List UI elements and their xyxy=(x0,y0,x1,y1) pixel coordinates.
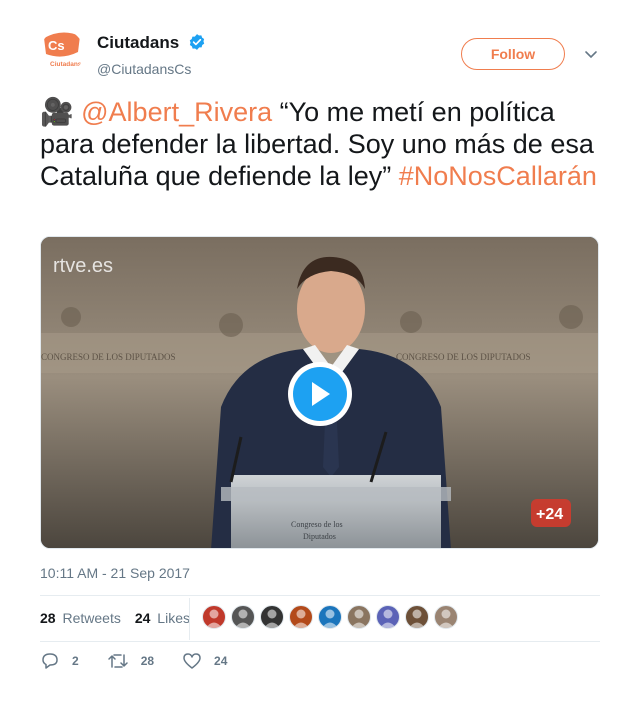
heart-icon xyxy=(183,653,201,669)
profile-avatar[interactable]: Cs Ciutadans xyxy=(40,30,84,74)
retweet-count: 28 xyxy=(140,654,155,668)
avatar-7-icon[interactable] xyxy=(376,605,400,629)
avatar-2-icon[interactable] xyxy=(231,605,255,629)
retweets-count: 28 xyxy=(40,610,56,626)
video-camera-emoji: 🎥 xyxy=(40,97,74,127)
avatar-6-icon[interactable] xyxy=(347,605,371,629)
wall-text-left: CONGRESO DE LOS DIPUTADOS xyxy=(41,352,176,362)
avatar-5-icon[interactable] xyxy=(318,605,342,629)
likes-label: Likes xyxy=(157,610,190,626)
podium-text-1: Congreso de los xyxy=(291,520,343,529)
user-handle[interactable]: @CiutadansCs xyxy=(97,61,206,77)
follow-button[interactable]: Follow xyxy=(461,38,565,70)
divider xyxy=(40,595,600,596)
avatar-3-icon[interactable] xyxy=(260,605,284,629)
logo-subtext: Ciutadans xyxy=(50,61,82,68)
divider xyxy=(40,641,600,642)
reply-action[interactable]: 2 xyxy=(40,652,79,670)
retweets-label: Retweets xyxy=(62,610,121,626)
like-count: 24 xyxy=(214,654,228,668)
channel-badge-text: +24 xyxy=(536,506,563,523)
play-button[interactable] xyxy=(288,362,352,426)
video-player[interactable]: CONGRESO DE LOS DIPUTADOS CONGRESO DE LO… xyxy=(40,236,599,549)
reply-count: 2 xyxy=(72,654,79,668)
likers-list xyxy=(202,605,463,629)
likes-stat[interactable]: 24 Likes xyxy=(135,610,190,626)
retweets-stat[interactable]: 28 Retweets xyxy=(40,610,121,626)
logo-text: Cs xyxy=(48,38,65,53)
avatar-9-icon[interactable] xyxy=(434,605,458,629)
user-info[interactable]: Ciutadans @CiutadansCs xyxy=(97,33,206,77)
stats-separator xyxy=(189,598,190,640)
ciutadans-logo-icon: Cs Ciutadans xyxy=(44,32,82,68)
engagement-stats: 28 Retweets 24 Likes xyxy=(40,598,204,638)
tweet-actions: 2 28 24 xyxy=(40,652,255,670)
retweet-icon xyxy=(107,654,128,668)
chevron-down-icon[interactable] xyxy=(584,47,598,65)
podium-text-2: Diputados xyxy=(303,532,336,541)
wall-text-right: CONGRESO DE LOS DIPUTADOS xyxy=(396,352,531,362)
verified-badge-icon xyxy=(188,33,206,56)
retweet-action[interactable]: 28 xyxy=(107,652,154,670)
rtve-watermark: rtve.es xyxy=(53,255,113,277)
avatar-1-icon[interactable] xyxy=(202,605,226,629)
display-name[interactable]: Ciutadans xyxy=(97,33,179,52)
avatar-8-icon[interactable] xyxy=(405,605,429,629)
tweet-timestamp[interactable]: 10:11 AM - 21 Sep 2017 xyxy=(40,565,190,581)
likes-count: 24 xyxy=(134,610,151,626)
tweet-text: 🎥 @Albert_Rivera “Yo me metí en política… xyxy=(40,96,600,192)
mention-link[interactable]: @Albert_Rivera xyxy=(81,97,272,127)
like-action[interactable]: 24 xyxy=(182,652,227,670)
reply-icon xyxy=(42,653,58,669)
hashtag-link[interactable]: #NoNosCallarán xyxy=(399,161,597,191)
play-icon xyxy=(312,382,330,406)
avatar-4-icon[interactable] xyxy=(289,605,313,629)
